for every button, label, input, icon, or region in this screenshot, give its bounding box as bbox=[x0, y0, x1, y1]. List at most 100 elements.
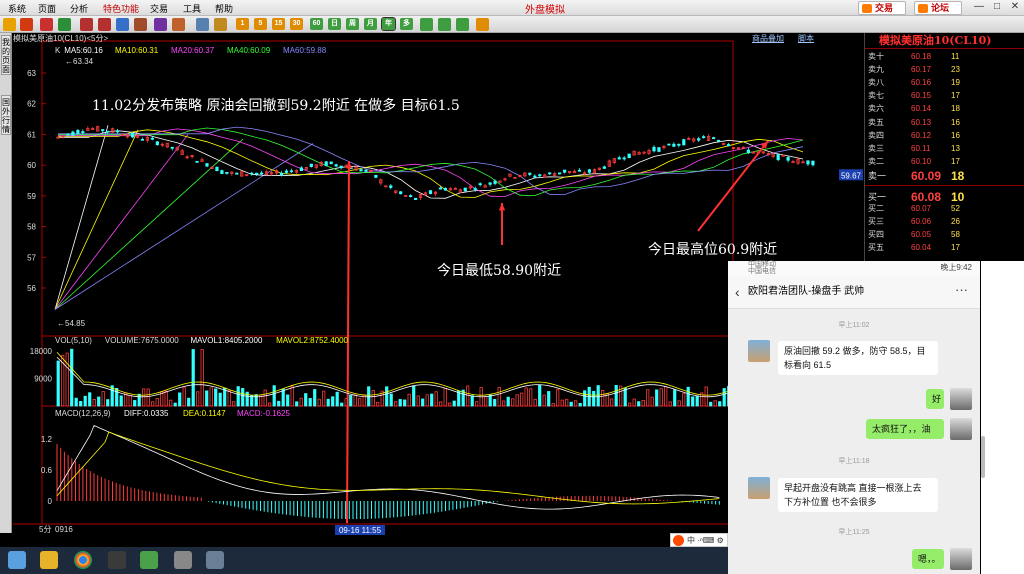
close-icon[interactable]: ✕ bbox=[1008, 1, 1022, 14]
layout-icon[interactable] bbox=[456, 18, 469, 31]
avatar[interactable] bbox=[950, 388, 972, 410]
chat-bubble[interactable]: 早起开盘没有跳高 直接一根涨上去 下方补位置 也不会很多 bbox=[778, 478, 938, 512]
back-icon[interactable] bbox=[3, 18, 16, 31]
period-year-button[interactable]: 年 bbox=[381, 17, 396, 31]
refresh-icon[interactable] bbox=[58, 18, 71, 31]
volume-bar bbox=[205, 390, 209, 407]
order-book-row[interactable]: 卖九 60.17 23 bbox=[865, 63, 1024, 76]
minimize-icon[interactable]: — bbox=[972, 1, 986, 14]
user-app-icon[interactable] bbox=[174, 551, 192, 569]
volume-bar bbox=[601, 389, 605, 407]
cursor-icon[interactable] bbox=[116, 18, 129, 31]
chat-bubble[interactable]: 太疯狂了，，油 bbox=[866, 419, 944, 439]
chrome-icon[interactable] bbox=[74, 551, 92, 569]
period-week-button[interactable]: 周 bbox=[346, 18, 359, 30]
app-icon[interactable] bbox=[108, 551, 126, 569]
candle-body bbox=[289, 170, 294, 173]
candle-body bbox=[140, 138, 145, 141]
candle-body bbox=[364, 169, 368, 172]
period-month-button[interactable]: 月 bbox=[364, 18, 377, 30]
table-icon[interactable] bbox=[196, 18, 209, 31]
period-1-button[interactable]: 1 bbox=[236, 18, 249, 30]
menu-help[interactable]: 帮助 bbox=[215, 2, 233, 15]
grid-icon[interactable] bbox=[420, 18, 433, 31]
period-multi-button[interactable]: 多 bbox=[400, 18, 413, 30]
price-tick-label: 58 bbox=[27, 223, 36, 232]
draw-icon[interactable] bbox=[134, 18, 147, 31]
scroll-thumb[interactable] bbox=[981, 436, 985, 478]
script-link[interactable]: 脚本 bbox=[798, 33, 814, 44]
taskbar bbox=[0, 547, 728, 574]
volume-bar bbox=[497, 387, 501, 407]
volume-bar bbox=[164, 390, 168, 407]
avatar[interactable] bbox=[950, 548, 972, 570]
overlay-link[interactable]: 商品叠加 bbox=[752, 33, 784, 44]
trade-button[interactable]: 交易 bbox=[858, 1, 906, 15]
order-book-row[interactable]: 卖八 60.16 19 bbox=[865, 76, 1024, 89]
order-book-row[interactable]: 买二 60.07 52 bbox=[865, 202, 1024, 215]
order-book-row[interactable]: 买三 60.06 26 bbox=[865, 215, 1024, 228]
order-book-row[interactable]: 买四 60.05 58 bbox=[865, 228, 1024, 241]
home-icon[interactable] bbox=[20, 18, 33, 31]
order-book-row[interactable]: 卖七 60.15 17 bbox=[865, 89, 1024, 102]
chat-bubble[interactable]: 好 bbox=[926, 389, 944, 409]
candle-body bbox=[155, 141, 159, 146]
back-arrow-icon[interactable]: ‹ bbox=[735, 275, 740, 309]
menu-special[interactable]: 特色功能 bbox=[103, 2, 139, 15]
volume-bar bbox=[592, 390, 596, 407]
chat-bubble[interactable]: 原油回撤 59.2 做多，防守 58.5，目标看向 61.5 bbox=[778, 341, 938, 375]
order-book-row[interactable]: 卖六 60.14 18 bbox=[865, 102, 1024, 115]
order-book-row[interactable]: 卖一 60.09 18 bbox=[865, 168, 1024, 185]
candle-body bbox=[329, 161, 333, 165]
order-book-row[interactable]: 卖四 60.12 16 bbox=[865, 129, 1024, 142]
period-60-button[interactable]: 60 bbox=[310, 18, 323, 30]
period-day-button[interactable]: 日 bbox=[328, 18, 341, 30]
menu-page[interactable]: 页面 bbox=[38, 2, 56, 15]
more-icon[interactable]: ··· bbox=[955, 273, 968, 307]
period-30-button[interactable]: 30 bbox=[290, 18, 303, 30]
candle-body bbox=[413, 197, 418, 200]
ime-indicator[interactable]: 中 ·ⁿ⌨ ⚙ bbox=[670, 533, 728, 547]
volume-bar bbox=[385, 386, 389, 407]
candle-body bbox=[528, 172, 532, 175]
order-book-row[interactable]: 卖三 60.11 13 bbox=[865, 142, 1024, 155]
period-5-button[interactable]: 5 bbox=[254, 18, 267, 30]
indicator-icon[interactable] bbox=[154, 18, 167, 31]
order-book-row[interactable]: 卖二 60.10 17 bbox=[865, 155, 1024, 168]
avatar[interactable] bbox=[748, 340, 770, 362]
order-book-row[interactable]: 卖十 60.18 11 bbox=[865, 50, 1024, 63]
avatar[interactable] bbox=[748, 477, 770, 499]
side-tab-my-page[interactable]: 我的页面 bbox=[1, 35, 11, 75]
forum-button[interactable]: 论坛 bbox=[914, 1, 962, 15]
menu-trade[interactable]: 交易 bbox=[150, 2, 168, 15]
order-volume: 58 bbox=[951, 230, 960, 240]
alert-icon[interactable] bbox=[172, 18, 185, 31]
avatar[interactable] bbox=[950, 418, 972, 440]
candle-body bbox=[473, 188, 477, 190]
price-tick-label: 57 bbox=[27, 253, 36, 262]
order-book-row[interactable]: 买五 60.04 17 bbox=[865, 241, 1024, 254]
windows-start-icon[interactable] bbox=[8, 551, 26, 569]
menu-system[interactable]: 系统 bbox=[8, 2, 26, 15]
menu-tools[interactable]: 工具 bbox=[183, 2, 201, 15]
quote-icon[interactable] bbox=[40, 18, 53, 31]
menu-analysis[interactable]: 分析 bbox=[70, 2, 88, 15]
settings-icon[interactable] bbox=[476, 18, 489, 31]
zoom-in-icon[interactable] bbox=[80, 18, 93, 31]
file-explorer-icon[interactable] bbox=[40, 551, 58, 569]
chat-bubble[interactable]: 嗯，。 bbox=[912, 549, 944, 569]
split-icon[interactable] bbox=[438, 18, 451, 31]
zoom-out-icon[interactable] bbox=[98, 18, 111, 31]
period-15-button[interactable]: 15 bbox=[272, 18, 285, 30]
order-book-row[interactable]: 卖五 60.13 16 bbox=[865, 116, 1024, 129]
volume-bar bbox=[403, 399, 407, 407]
wechat-app-icon[interactable] bbox=[140, 551, 158, 569]
side-tab-foreign-quotes[interactable]: 国外行情 bbox=[1, 95, 11, 135]
list-icon[interactable] bbox=[214, 18, 227, 31]
telegram-icon[interactable] bbox=[206, 551, 224, 569]
order-book-title: 模拟美原油10(CL10) bbox=[865, 33, 1024, 49]
chat-scrollbar[interactable] bbox=[981, 261, 1024, 574]
maximize-icon[interactable]: □ bbox=[990, 1, 1004, 14]
volume-bar bbox=[389, 393, 393, 407]
candle-body bbox=[260, 172, 264, 175]
